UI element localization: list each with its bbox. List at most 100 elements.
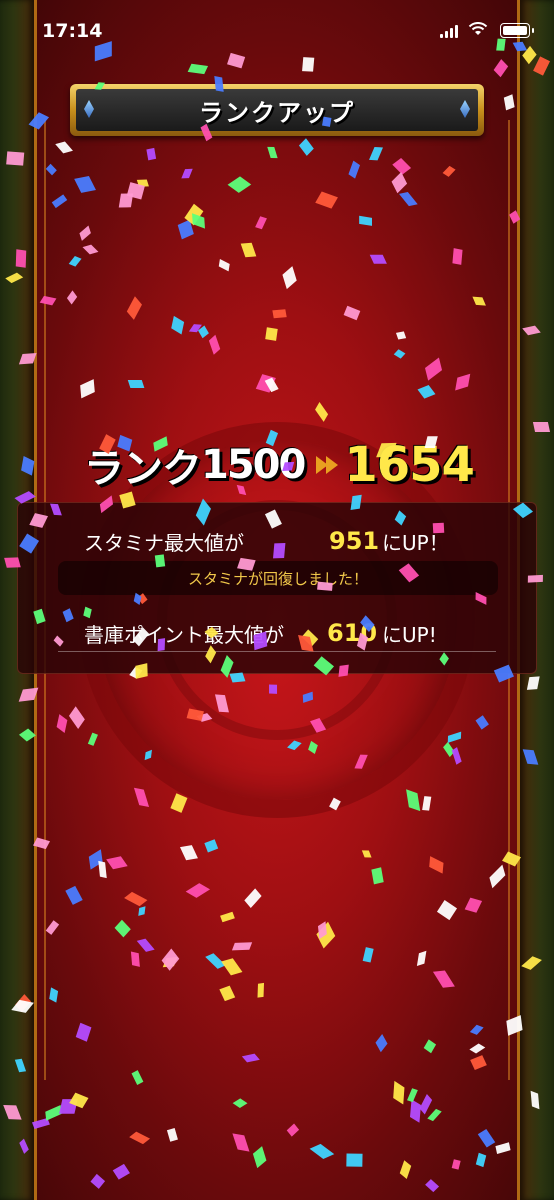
confetti-piece (345, 1153, 363, 1168)
confetti-piece (477, 1128, 496, 1148)
confetti-piece (416, 951, 427, 967)
confetti-piece (442, 742, 455, 758)
confetti-piece (399, 191, 419, 207)
stamina-recovered-box: スタミナが回復しました！ (58, 561, 498, 595)
confetti-piece (74, 176, 96, 194)
confetti-piece (472, 296, 487, 306)
confetti-piece (45, 1105, 62, 1121)
confetti-piece (58, 1099, 78, 1115)
confetti-piece (286, 1123, 300, 1136)
confetti-piece (138, 905, 147, 916)
confetti-piece (171, 315, 184, 335)
confetti-piece (315, 401, 329, 422)
confetti-piece (147, 147, 157, 160)
confetti-piece (241, 1053, 260, 1063)
confetti-piece (370, 254, 387, 264)
rank-new-value: 1654 (344, 437, 475, 493)
double-arrow-icon (316, 456, 339, 474)
confetti-piece (187, 63, 208, 75)
confetti-piece (112, 1163, 131, 1180)
confetti-piece (133, 787, 149, 807)
confetti-piece (130, 951, 141, 967)
confetti-piece (50, 987, 59, 1003)
confetti-piece (127, 296, 143, 320)
confetti-piece (368, 147, 383, 160)
confetti-piece (221, 958, 243, 976)
confetti-piece (118, 193, 133, 208)
status-time: 17:14 (42, 20, 103, 42)
confetti-piece (88, 849, 103, 871)
confetti-piece (240, 242, 257, 258)
confetti-piece (392, 1080, 405, 1105)
confetti-piece (52, 193, 68, 208)
confetti-piece (495, 1142, 511, 1155)
confetti-piece (371, 867, 385, 885)
confetti-piece (469, 1024, 484, 1035)
confetti-piece (79, 225, 91, 241)
confetti-piece (315, 191, 338, 209)
confetti-piece (55, 141, 73, 153)
confetti-piece (45, 920, 60, 936)
confetti-piece (448, 731, 462, 743)
stamina-value: 951 (329, 527, 380, 555)
confetti-piece (425, 1179, 440, 1193)
confetti-piece (80, 378, 95, 398)
confetti-piece (68, 256, 81, 268)
confetti-piece (90, 1173, 106, 1190)
confetti-piece (204, 839, 219, 853)
confetti-piece (455, 373, 471, 391)
confetti-piece (405, 789, 421, 812)
confetti-piece (393, 348, 406, 359)
confetti-piece (437, 899, 458, 920)
confetti-piece (188, 324, 202, 333)
confetti-piece (475, 715, 490, 730)
stamina-label: スタミナ最大値が (84, 530, 244, 555)
confetti-piece (422, 796, 432, 811)
confetti-piece (429, 856, 444, 874)
confetti-piece (68, 706, 85, 729)
confetti-piece (299, 138, 314, 156)
confetti-piece (407, 1088, 419, 1103)
stamina-suffix: にUP！ (382, 530, 449, 555)
confetti-piece (257, 982, 265, 998)
confetti-piece (255, 373, 276, 393)
rank-line: ランク 1500 1654 (84, 436, 475, 494)
confetti-piece (343, 305, 361, 320)
confetti-piece (184, 204, 204, 226)
confetti-piece (267, 146, 279, 159)
confetti-piece (281, 265, 297, 290)
confetti-piece (66, 290, 77, 305)
confetti-piece (170, 793, 187, 813)
confetti-piece (432, 970, 455, 988)
status-bar: 17:14 (0, 0, 554, 60)
confetti-piece (392, 157, 412, 175)
title-inner: ランクアップ (76, 89, 478, 131)
confetti-piece (65, 885, 84, 905)
confetti-piece (265, 327, 278, 341)
confetti-piece (410, 1099, 422, 1123)
confetti-piece (231, 941, 253, 950)
confetti-piece (131, 1070, 144, 1086)
confetti-piece (69, 1092, 89, 1109)
confetti-piece (391, 172, 408, 194)
confetti-piece (399, 1160, 411, 1180)
confetti-piece (493, 59, 508, 78)
confetti-piece (198, 325, 210, 339)
confetti-piece (451, 747, 462, 766)
confetti-piece (191, 213, 205, 229)
rank-up-info-panel[interactable]: スタミナ最大値が 951 にUP！ スタミナが回復しました！ 書庫ポイント最大値… (17, 502, 537, 674)
confetti-piece (469, 1044, 486, 1055)
confetti-piece (40, 296, 57, 306)
confetti-piece (114, 919, 131, 938)
confetti-piece (177, 219, 194, 240)
stamina-recovered-text: スタミナが回復しました！ (187, 569, 368, 588)
confetti-piece (166, 1127, 178, 1142)
confetti-piece (396, 331, 407, 340)
confetti-piece (252, 1146, 266, 1169)
confetti-piece (181, 168, 194, 178)
confetti-piece (317, 920, 327, 939)
library-points-row: 書庫ポイント最大値が 610 にUP! (18, 613, 536, 653)
confetti-piece (470, 1054, 488, 1070)
library-points-value: 610 (327, 619, 378, 647)
confetti-piece (232, 1133, 250, 1152)
